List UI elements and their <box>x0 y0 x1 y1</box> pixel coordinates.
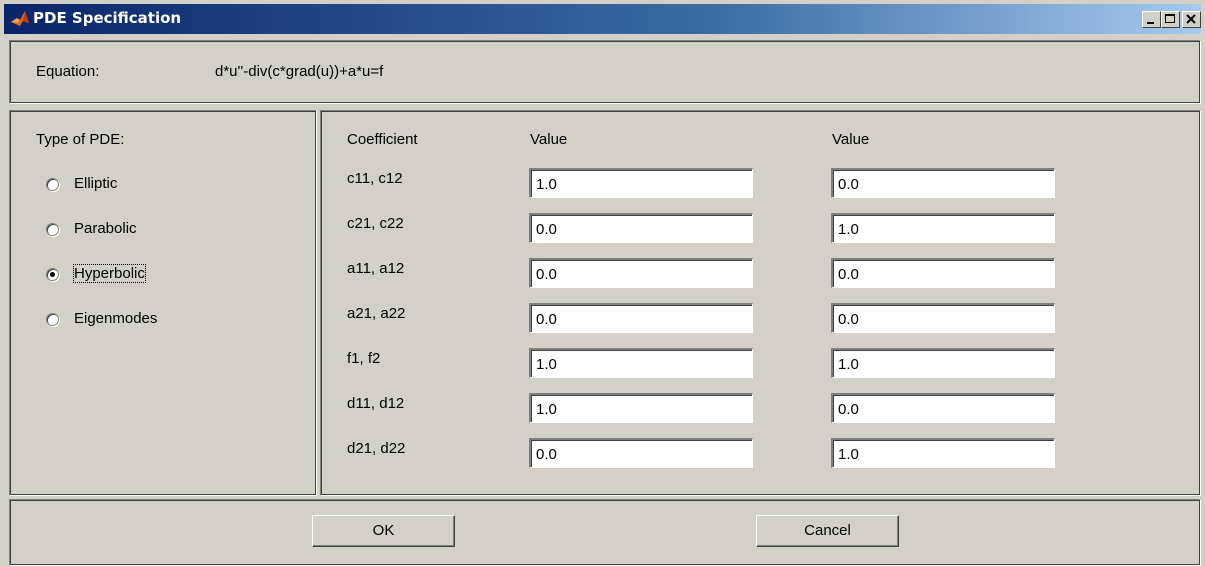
radio-button-selected[interactable] <box>46 268 59 281</box>
equation-label: Equation: <box>36 63 100 80</box>
d22-value-field[interactable]: 1.0 <box>831 438 1055 468</box>
c12-value-field[interactable]: 0.0 <box>831 168 1055 198</box>
radio-selected-dot <box>50 272 55 277</box>
c11-value-field[interactable]: 1.0 <box>529 168 753 198</box>
radio-label: Hyperbolic <box>73 264 146 283</box>
f2-value-field[interactable]: 1.0 <box>831 348 1055 378</box>
minimize-icon <box>1147 22 1154 24</box>
equation-value: d*u''-div(c*grad(u))+a*u=f <box>215 63 384 80</box>
a11-value-field[interactable]: 0.0 <box>529 258 753 288</box>
c22-value-field[interactable]: 1.0 <box>831 213 1055 243</box>
coef-label-c11-c12: c11, c12 <box>347 170 403 187</box>
maximize-button[interactable] <box>1161 11 1180 28</box>
header-value-2: Value <box>832 131 870 148</box>
coef-label-a11-a12: a11, a12 <box>347 260 405 277</box>
header-coefficient: Coefficient <box>347 131 418 148</box>
button-panel <box>9 499 1201 566</box>
radio-label: Elliptic <box>74 175 118 192</box>
minimize-button[interactable] <box>1142 11 1161 28</box>
matlab-logo-icon <box>11 11 29 26</box>
c21-value-field[interactable]: 0.0 <box>529 213 753 243</box>
d11-value-field[interactable]: 1.0 <box>529 393 753 423</box>
pde-type-label: Type of PDE: <box>36 131 125 148</box>
maximize-icon <box>1165 14 1175 23</box>
ok-button[interactable]: OK <box>312 515 455 547</box>
radio-label: Eigenmodes <box>74 310 158 327</box>
a22-value-field[interactable]: 0.0 <box>831 303 1055 333</box>
cancel-button[interactable]: Cancel <box>756 515 899 547</box>
equation-panel: Equation: d*u''-div(c*grad(u))+a*u=f <box>9 40 1201 104</box>
radio-button[interactable] <box>46 178 59 191</box>
coef-label-c21-c22: c21, c22 <box>347 215 404 232</box>
a12-value-field[interactable]: 0.0 <box>831 258 1055 288</box>
f1-value-field[interactable]: 1.0 <box>529 348 753 378</box>
coef-label-f1-f2: f1, f2 <box>347 350 381 367</box>
coef-label-d21-d22: d21, d22 <box>347 440 406 457</box>
coef-label-a21-a22: a21, a22 <box>347 305 406 322</box>
window-title: PDE Specification <box>33 9 182 27</box>
radio-label: Parabolic <box>74 220 137 237</box>
coef-label-d11-d12: d11, d12 <box>347 395 405 412</box>
close-button[interactable] <box>1182 11 1201 28</box>
pde-specification-window: PDE Specification Equation: d*u''-div(c*… <box>0 0 1205 566</box>
d12-value-field[interactable]: 0.0 <box>831 393 1055 423</box>
title-bar[interactable]: PDE Specification <box>4 4 1201 34</box>
radio-button[interactable] <box>46 313 59 326</box>
close-icon <box>1186 14 1196 24</box>
a21-value-field[interactable]: 0.0 <box>529 303 753 333</box>
coefficients-panel: Coefficient Value Value c11, c12 1.0 0.0… <box>320 110 1201 496</box>
pde-type-panel: Type of PDE: Elliptic Parabolic Hyperbol… <box>9 110 317 496</box>
header-value-1: Value <box>530 131 568 148</box>
d21-value-field[interactable]: 0.0 <box>529 438 753 468</box>
radio-button[interactable] <box>46 223 59 236</box>
